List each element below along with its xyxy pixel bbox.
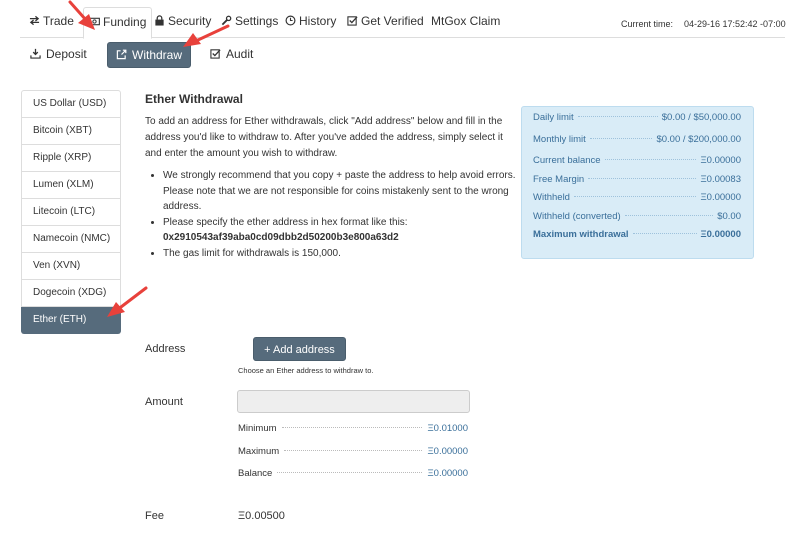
- tab-get-verified[interactable]: Get Verified: [347, 7, 424, 36]
- instruction-item: We strongly recommend that you copy + pa…: [163, 168, 523, 215]
- tab-trade[interactable]: Trade: [29, 7, 74, 36]
- limit-row-monthly: Monthly limit $0.00 / $200,000.00: [533, 134, 741, 156]
- minimum-row: Minimum Ξ0.01000: [238, 423, 468, 434]
- limit-row-withheld-converted: Withheld (converted) $0.00: [533, 211, 741, 230]
- intro-text: To add an address for Ether withdrawals,…: [145, 116, 503, 159]
- currency-item-ltc[interactable]: Litecoin (LTC): [21, 199, 121, 226]
- currency-item-xvn[interactable]: Ven (XVN): [21, 253, 121, 280]
- fee-label: Fee: [145, 510, 164, 522]
- limit-label: Withheld: [533, 192, 570, 203]
- currency-item-nmc[interactable]: Namecoin (NMC): [21, 226, 121, 253]
- wrench-icon: [221, 15, 232, 26]
- tab-history-label: History: [299, 14, 337, 28]
- page-title: Ether Withdrawal: [145, 92, 243, 106]
- limit-row-free-margin: Free Margin Ξ0.00083: [533, 174, 741, 193]
- tab-history[interactable]: History: [285, 7, 336, 36]
- current-time-value: 04-29-16 17:52:42 -07:00: [684, 19, 786, 29]
- limit-value: Ξ0.00000: [700, 155, 741, 166]
- currency-item-xrp[interactable]: Ripple (XRP): [21, 145, 121, 172]
- limit-label: Free Margin: [533, 173, 585, 185]
- subtab-deposit-label: Deposit: [46, 47, 87, 61]
- tab-get-verified-label: Get Verified: [361, 14, 424, 28]
- download-icon: [30, 48, 41, 59]
- limits-panel: Daily limit $0.00 / $50,000.00 Monthly li…: [521, 106, 754, 259]
- balance-label: Balance: [238, 468, 273, 479]
- minimum-label: Minimum: [238, 423, 277, 434]
- instruction-hex-format: Please specify the ether address in hex …: [163, 216, 408, 228]
- current-time-label: Current time:: [621, 19, 674, 29]
- add-address-button[interactable]: + Add address: [253, 337, 346, 361]
- limit-row-daily: Daily limit $0.00 / $50,000.00: [533, 112, 741, 134]
- money-icon: [89, 17, 100, 26]
- exchange-icon: [29, 15, 40, 26]
- tab-settings[interactable]: Settings: [221, 7, 278, 36]
- currency-item-xbt[interactable]: Bitcoin (XBT): [21, 118, 121, 145]
- tab-trade-label: Trade: [43, 14, 74, 28]
- maximum-label: Maximum: [238, 446, 280, 457]
- tab-settings-label: Settings: [235, 14, 279, 28]
- instruction-item: Please specify the ether address in hex …: [163, 215, 523, 246]
- tab-security[interactable]: Security: [154, 7, 211, 36]
- instruction-item: The gas limit for withdrawals is 150,000…: [163, 246, 523, 262]
- subtab-withdraw-label: Withdraw: [132, 48, 183, 62]
- example-hex-address: 0x2910543af39aba0cd09dbb2d50200b3e800a63…: [163, 232, 399, 243]
- instruction-copy-paste: We strongly recommend that you copy + pa…: [163, 170, 516, 212]
- limit-value: Ξ0.00000: [700, 229, 741, 240]
- minimum-value: Ξ0.01000: [427, 423, 468, 434]
- limit-label: Monthly limit: [533, 133, 586, 145]
- lock-icon: [155, 15, 164, 26]
- limit-row-withheld: Withheld Ξ0.00000: [533, 192, 741, 211]
- address-help-text: Choose an Ether address to withdraw to.: [238, 366, 374, 375]
- instruction-list: We strongly recommend that you copy + pa…: [145, 168, 523, 261]
- subtab-audit[interactable]: Audit: [210, 42, 253, 66]
- currency-item-xdg[interactable]: Dogecoin (XDG): [21, 280, 121, 307]
- limit-label: Daily limit: [533, 112, 574, 123]
- top-nav: Trade Funding Security Settings History …: [20, 7, 786, 39]
- subtab-audit-label: Audit: [226, 47, 254, 61]
- check-square-icon: [347, 16, 358, 26]
- currency-item-usd[interactable]: US Dollar (USD): [21, 90, 121, 118]
- limit-value: Ξ0.00083: [700, 173, 741, 185]
- currency-list: US Dollar (USD) Bitcoin (XBT) Ripple (XR…: [21, 90, 121, 334]
- currency-item-xlm[interactable]: Lumen (XLM): [21, 172, 121, 199]
- limit-label: Current balance: [533, 155, 601, 166]
- tab-mtgox-claim[interactable]: MtGox Claim: [431, 7, 500, 36]
- tab-security-label: Security: [168, 14, 212, 28]
- tab-mtgox-claim-label: MtGox Claim: [431, 14, 501, 28]
- limit-value: $0.00 / $200,000.00: [656, 133, 741, 145]
- balance-value: Ξ0.00000: [427, 468, 468, 479]
- limit-value: $0.00: [717, 210, 741, 222]
- limit-value: $0.00 / $50,000.00: [661, 112, 741, 123]
- limit-label: Maximum withdrawal: [533, 229, 629, 240]
- fee-value: Ξ0.00500: [238, 510, 285, 522]
- maximum-row: Maximum Ξ0.00000: [238, 446, 468, 457]
- check-square-icon: [210, 49, 221, 59]
- tab-funding[interactable]: Funding: [83, 7, 153, 39]
- currency-item-eth[interactable]: Ether (ETH): [21, 307, 121, 334]
- limit-label: Withheld (converted): [533, 210, 621, 222]
- amount-input[interactable]: [237, 390, 470, 413]
- subtab-withdraw[interactable]: Withdraw: [107, 42, 192, 68]
- instruction-gas-limit: The gas limit for withdrawals is 150,000…: [163, 247, 341, 259]
- address-label: Address: [145, 343, 186, 355]
- limit-row-maximum-withdrawal: Maximum withdrawal Ξ0.00000: [533, 229, 741, 248]
- limit-row-current-balance: Current balance Ξ0.00000: [533, 155, 741, 174]
- external-link-icon: [116, 49, 127, 60]
- subtab-deposit[interactable]: Deposit: [30, 42, 87, 66]
- balance-row: Balance Ξ0.00000: [238, 468, 468, 479]
- maximum-value: Ξ0.00000: [427, 446, 468, 457]
- amount-label: Amount: [145, 396, 183, 408]
- limit-value: Ξ0.00000: [700, 192, 741, 203]
- clock-icon: [285, 15, 296, 26]
- tab-funding-label: Funding: [103, 15, 147, 29]
